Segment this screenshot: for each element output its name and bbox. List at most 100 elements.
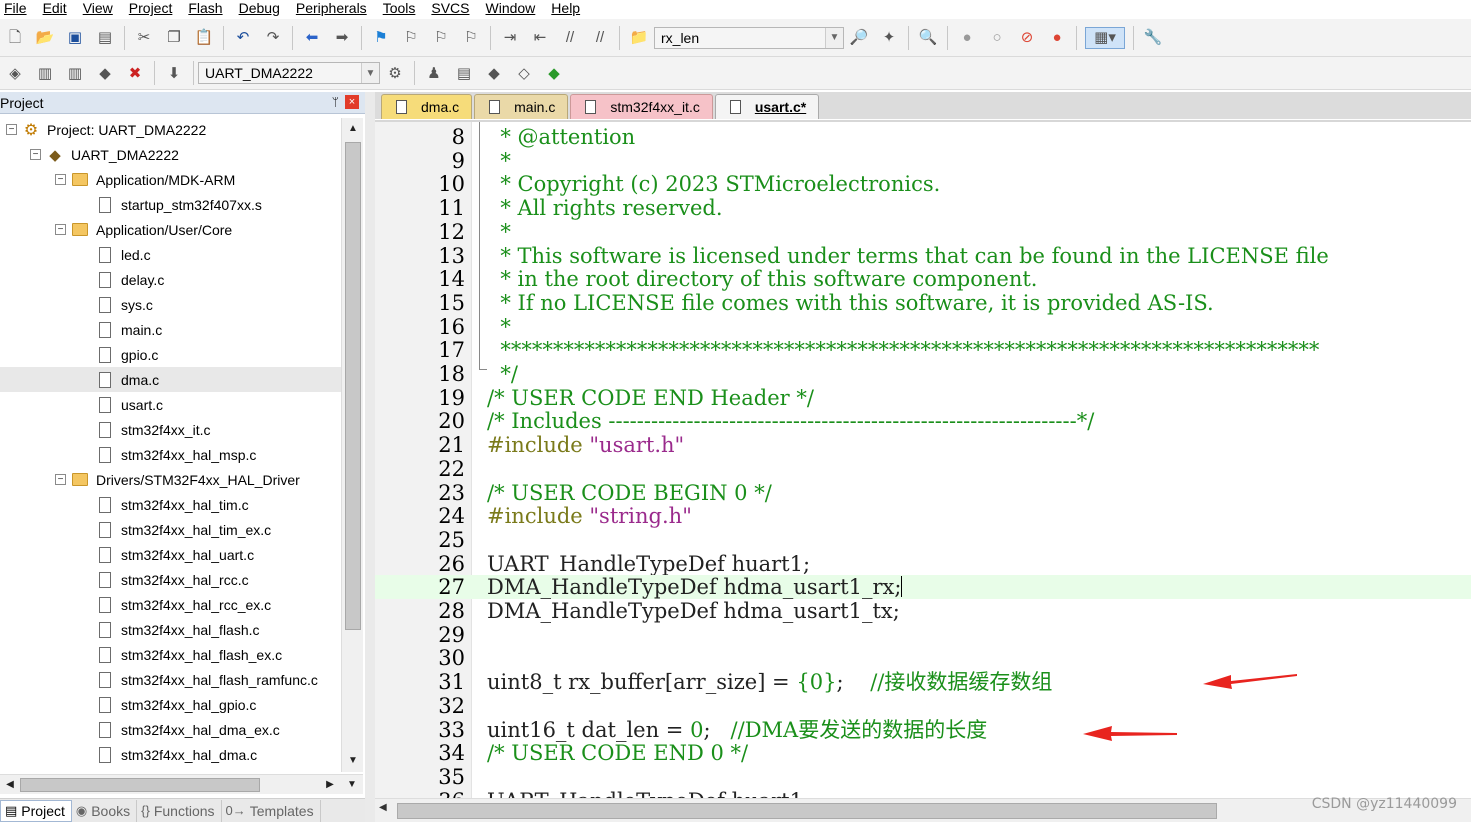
tree-item[interactable]: stm32f4xx_hal_flash.c bbox=[0, 617, 341, 642]
editor-tab[interactable]: main.c bbox=[474, 94, 569, 119]
tree-item[interactable]: stm32f4xx_hal_uart.c bbox=[0, 542, 341, 567]
code-line[interactable]: 8 * @attention bbox=[375, 125, 1471, 149]
scroll-left-icon[interactable]: ◀ bbox=[379, 802, 387, 813]
tree-item[interactable]: main.c bbox=[0, 317, 341, 342]
find-in-files-icon[interactable]: 📁 bbox=[628, 27, 650, 49]
tree-item[interactable]: usart.c bbox=[0, 392, 341, 417]
copy-icon[interactable]: ❐ bbox=[163, 27, 185, 49]
indent-icon[interactable]: ⇥ bbox=[499, 27, 521, 49]
tree-item[interactable]: stm32f4xx_hal_dma.c bbox=[0, 742, 341, 767]
find-icon[interactable]: 🔎 bbox=[848, 27, 870, 49]
code-line[interactable]: 26 UART_HandleTypeDef huart1; bbox=[375, 552, 1471, 576]
open-folder-icon[interactable]: 📂 bbox=[34, 27, 56, 49]
code-line[interactable]: 28 DMA_HandleTypeDef hdma_usart1_tx; bbox=[375, 599, 1471, 623]
stop-build-icon[interactable]: ✖ bbox=[124, 62, 146, 84]
tree-item[interactable]: stm32f4xx_hal_msp.c bbox=[0, 442, 341, 467]
tree-item[interactable]: − Application/User/Core bbox=[0, 217, 341, 242]
tab-functions[interactable]: {} Functions bbox=[137, 799, 222, 822]
menu-debug[interactable]: Debug bbox=[239, 0, 280, 17]
select-packs-icon[interactable]: ◆ bbox=[483, 62, 505, 84]
batch-build-icon[interactable]: ◆ bbox=[94, 62, 116, 84]
collapse-icon[interactable]: − bbox=[55, 174, 66, 185]
menu-window[interactable]: Window bbox=[486, 0, 536, 17]
run-time-environment-icon[interactable]: ◆ bbox=[543, 62, 565, 84]
tree-item[interactable]: − Drivers/STM32F4xx_HAL_Driver bbox=[0, 467, 341, 492]
window-layout-icon[interactable]: ▦▾ bbox=[1085, 26, 1125, 49]
menu-view[interactable]: View bbox=[83, 0, 113, 17]
code-editor[interactable]: 8 * @attention 9 * 10 * Copyright (c) 2023… bbox=[375, 120, 1471, 798]
code-line[interactable]: 34 /* USER CODE END 0 */ bbox=[375, 741, 1471, 765]
breakpoint-disable-icon[interactable]: ⊘ bbox=[1016, 27, 1038, 49]
code-line[interactable]: 23 /* USER CODE BEGIN 0 */ bbox=[375, 481, 1471, 505]
editor-tab[interactable]: usart.c* bbox=[714, 94, 820, 119]
menu-project[interactable]: Project bbox=[129, 0, 173, 17]
project-tree-vscroll[interactable]: ▲ ▼ bbox=[341, 118, 363, 772]
tab-books[interactable]: ◉ Books bbox=[72, 799, 138, 822]
chevron-down-icon[interactable]: ▼ bbox=[825, 27, 843, 48]
pack-installer-icon[interactable]: ◇ bbox=[513, 62, 535, 84]
code-line[interactable]: 35 bbox=[375, 765, 1471, 789]
tree-item[interactable]: stm32f4xx_hal_gpio.c bbox=[0, 692, 341, 717]
scroll-left-icon[interactable]: ◀ bbox=[2, 776, 18, 794]
tree-item[interactable]: stm32f4xx_it.c bbox=[0, 417, 341, 442]
code-line[interactable]: 15 * If no LICENSE file comes with this … bbox=[375, 291, 1471, 315]
pin-icon[interactable]: ᛘ bbox=[332, 95, 339, 109]
scroll-thumb[interactable] bbox=[20, 778, 260, 792]
code-line[interactable]: 9 * bbox=[375, 149, 1471, 173]
paste-icon[interactable]: 📋 bbox=[193, 27, 215, 49]
collapse-icon[interactable]: − bbox=[55, 224, 66, 235]
menu-help[interactable]: Help bbox=[551, 0, 580, 17]
cut-icon[interactable]: ✂ bbox=[133, 27, 155, 49]
code-line[interactable]: 22 bbox=[375, 457, 1471, 481]
code-line[interactable]: 16 * bbox=[375, 315, 1471, 339]
tree-item[interactable]: stm32f4xx_hal_tim_ex.c bbox=[0, 517, 341, 542]
code-line[interactable]: 27 DMA_HandleTypeDef hdma_usart1_rx; bbox=[375, 575, 1471, 600]
code-line[interactable]: 17 *************************************… bbox=[375, 338, 1471, 362]
breakpoint-insert-icon[interactable]: ● bbox=[956, 27, 978, 49]
translate-icon[interactable]: ◈ bbox=[4, 62, 26, 84]
tree-item[interactable]: stm32f4xx_hal_dma_ex.c bbox=[0, 717, 341, 742]
menu-edit[interactable]: Edit bbox=[43, 0, 67, 17]
tree-item[interactable]: stm32f4xx_hal_flash_ex.c bbox=[0, 642, 341, 667]
menu-flash[interactable]: Flash bbox=[188, 0, 222, 17]
tree-item[interactable]: gpio.c bbox=[0, 342, 341, 367]
code-line[interactable]: 19 /* USER CODE END Header */ bbox=[375, 386, 1471, 410]
tree-item[interactable]: delay.c bbox=[0, 267, 341, 292]
code-line[interactable]: 18 */ bbox=[375, 362, 1471, 386]
collapse-icon[interactable]: − bbox=[30, 149, 41, 160]
menu-tools[interactable]: Tools bbox=[383, 0, 416, 17]
new-file-icon[interactable]: 🗋 bbox=[4, 27, 26, 49]
navigate-back-icon[interactable]: ⬅ bbox=[301, 27, 323, 49]
menu-file[interactable]: File bbox=[4, 0, 27, 17]
redo-icon[interactable]: ↷ bbox=[262, 27, 284, 49]
code-line[interactable]: 21 #include "usart.h" bbox=[375, 433, 1471, 457]
code-line[interactable]: 29 bbox=[375, 623, 1471, 647]
code-line[interactable]: 13 * This software is licensed under ter… bbox=[375, 244, 1471, 268]
tree-item[interactable]: stm32f4xx_hal_rcc.c bbox=[0, 567, 341, 592]
code-line[interactable]: 24 #include "string.h" bbox=[375, 504, 1471, 528]
code-line[interactable]: 31 uint8_t rx_buffer[arr_size] = {0}; //接… bbox=[375, 670, 1471, 694]
unindent-icon[interactable]: ⇤ bbox=[529, 27, 551, 49]
code-line[interactable]: 20 /* Includes --------------------------… bbox=[375, 409, 1471, 433]
target-options-icon[interactable]: ⚙ bbox=[384, 62, 406, 84]
tree-item[interactable]: startup_stm32f407xx.s bbox=[0, 192, 341, 217]
tree-item[interactable]: stm32f4xx_hal_tim.c bbox=[0, 492, 341, 517]
scroll-thumb[interactable] bbox=[345, 142, 361, 630]
collapse-icon[interactable]: − bbox=[55, 474, 66, 485]
tree-item[interactable]: − ◆ UART_DMA2222 bbox=[0, 142, 341, 167]
next-bookmark-icon[interactable]: ⚐ bbox=[430, 27, 452, 49]
scroll-up-icon[interactable]: ▲ bbox=[344, 120, 362, 138]
save-icon[interactable]: ▣ bbox=[64, 27, 86, 49]
tab-templates[interactable]: 0→ Templates bbox=[222, 799, 321, 822]
file-extensions-icon[interactable]: ♟ bbox=[423, 62, 445, 84]
chevron-down-icon[interactable]: ▼ bbox=[361, 63, 379, 83]
uncomment-icon[interactable]: // bbox=[589, 27, 611, 49]
close-icon[interactable]: × bbox=[345, 95, 359, 109]
bookmark-icon[interactable]: ⚑ bbox=[370, 27, 392, 49]
breakpoint-kill-icon[interactable]: ● bbox=[1046, 27, 1068, 49]
navigate-forward-icon[interactable]: ➡ bbox=[331, 27, 353, 49]
collapse-icon[interactable]: − bbox=[6, 124, 17, 135]
rebuild-icon[interactable]: ▥ bbox=[64, 62, 86, 84]
code-line[interactable]: 25 bbox=[375, 528, 1471, 552]
code-line[interactable]: 11 * All rights reserved. bbox=[375, 196, 1471, 220]
